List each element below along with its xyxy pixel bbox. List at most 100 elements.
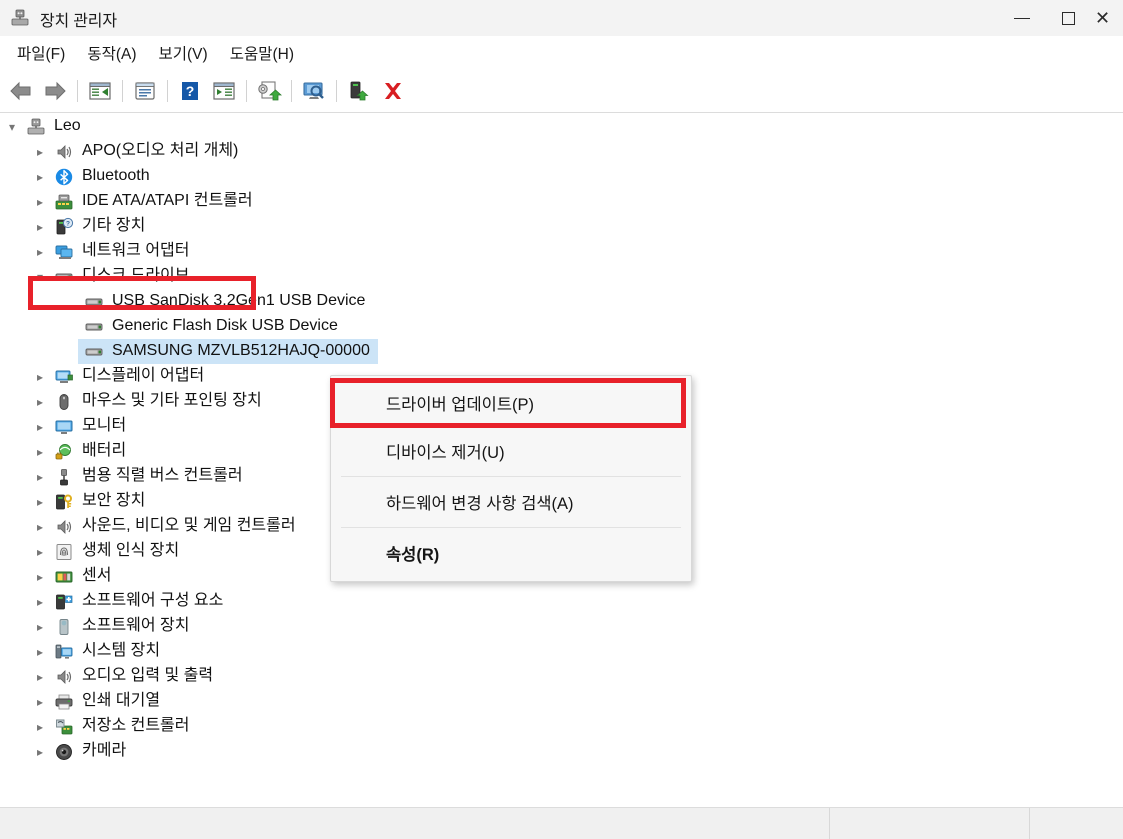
tree-item-label: 카메라 [82,742,127,759]
tree-item-label: 보안 장치 [82,492,146,509]
chevron-right-icon[interactable]: ▸ [32,219,48,235]
tree-item-storage-controllers[interactable]: ▸ 저장소 컨트롤러 [0,714,1123,739]
status-segment-middle [830,808,1030,839]
ctx-scan-hardware-changes[interactable]: 하드웨어 변경 사항 검색(A) [331,478,691,526]
tree-item-software-devices[interactable]: ▸ 소프트웨어 장치 [0,614,1123,639]
menu-view[interactable]: 보기(V) [148,39,219,67]
ide-controller-icon [54,192,74,212]
toolbar-separator [246,79,247,102]
chevron-right-icon[interactable]: ▸ [32,719,48,735]
tree-item-cameras[interactable]: ▸ 카메라 [0,739,1123,764]
context-menu-separator [341,527,681,528]
menu-help[interactable]: 도움말(H) [219,39,305,67]
security-device-icon [54,492,74,512]
toolbar-separator [122,79,123,102]
chevron-down-icon[interactable]: ▾ [4,119,20,135]
speaker-icon [54,667,74,687]
menu-action[interactable]: 동작(A) [76,39,147,67]
battery-icon [54,442,74,462]
chevron-right-icon[interactable]: ▸ [32,619,48,635]
speaker-icon [54,517,74,537]
chevron-right-icon[interactable]: ▸ [32,469,48,485]
tree-item-apo[interactable]: ▸ APO(오디오 처리 개체) [0,139,1123,164]
tree-item-label: Generic Flash Disk USB Device [112,317,338,334]
chevron-right-icon[interactable]: ▸ [32,444,48,460]
chevron-right-icon[interactable]: ▸ [32,369,48,385]
software-component-icon [54,592,74,612]
uninstall-device-icon[interactable] [376,74,410,108]
chevron-right-icon[interactable]: ▸ [32,519,48,535]
ctx-properties[interactable]: 속성(R) [331,529,691,577]
tree-item-label: 저장소 컨트롤러 [82,717,190,734]
storage-controller-icon [54,717,74,737]
ctx-update-driver[interactable]: 드라이버 업데이트(P) [331,379,691,427]
chevron-right-icon[interactable]: ▸ [32,569,48,585]
show-hide-action-pane-icon[interactable] [207,74,241,108]
show-hide-console-tree-icon[interactable] [83,74,117,108]
minimize-button[interactable] [999,0,1045,36]
tree-item-network-adapters[interactable]: ▸ 네트워크 어댑터 [0,239,1123,264]
chevron-right-icon[interactable]: ▸ [32,494,48,510]
sensor-icon [54,567,74,587]
toolbar-separator [77,79,78,102]
chevron-right-icon[interactable]: ▸ [32,144,48,160]
camera-icon [54,742,74,762]
tree-item-label: 범용 직렬 버스 컨트롤러 [82,467,243,484]
tree-item-software-components[interactable]: ▸ 소프트웨어 구성 요소 [0,589,1123,614]
context-menu[interactable]: 드라이버 업데이트(P) 디바이스 제거(U) 하드웨어 변경 사항 검색(A)… [330,375,692,582]
usb-controller-icon [54,467,74,487]
chevron-right-icon[interactable]: ▸ [32,169,48,185]
ctx-uninstall-device[interactable]: 디바이스 제거(U) [331,427,691,475]
close-button[interactable]: ✕ [1091,0,1123,36]
toolbar: ? [0,69,1123,113]
chevron-right-icon[interactable]: ▸ [32,394,48,410]
tree-item-system-devices[interactable]: ▸ 시스템 장치 [0,639,1123,664]
chevron-right-icon[interactable]: ▸ [32,694,48,710]
tree-item-label: Leo [54,117,81,134]
monitor-icon [54,417,74,437]
tree-item-audio-inputs-outputs[interactable]: ▸ 오디오 입력 및 출력 [0,664,1123,689]
tree-item-label: 센서 [82,567,112,584]
forward-arrow-icon[interactable] [38,74,72,108]
tree-item-print-queues[interactable]: ▸ 인쇄 대기열 [0,689,1123,714]
update-driver-icon[interactable] [252,74,286,108]
window-title: 장치 관리자 [40,13,117,30]
tree-item-bluetooth[interactable]: ▸ Bluetooth [0,164,1123,189]
fingerprint-icon [54,542,74,562]
chevron-right-icon[interactable]: ▸ [32,544,48,560]
disk-drive-icon [84,292,104,312]
tree-item-other-devices[interactable]: ▸ ? 기타 장치 [0,214,1123,239]
enable-device-icon[interactable] [342,74,376,108]
chevron-right-icon[interactable]: ▸ [32,644,48,660]
computer-icon [26,117,46,137]
tree-item-label: 소프트웨어 구성 요소 [82,592,224,609]
chevron-right-icon[interactable]: ▸ [32,594,48,610]
chevron-right-icon[interactable]: ▸ [32,194,48,210]
tree-item-label: SAMSUNG MZVLB512HAJQ-00000 [112,342,370,360]
device-manager-icon [10,8,30,28]
software-device-icon [54,617,74,637]
toolbar-separator [336,79,337,102]
context-menu-separator [341,476,681,477]
other-device-icon: ? [54,217,74,237]
chevron-right-icon[interactable]: ▸ [32,244,48,260]
scan-hardware-changes-icon[interactable] [297,74,331,108]
chevron-right-icon[interactable]: ▸ [32,744,48,760]
chevron-down-icon[interactable]: ▾ [32,269,48,285]
maximize-button[interactable] [1045,0,1091,36]
properties-icon[interactable] [128,74,162,108]
status-segment-main [0,808,830,839]
chevron-right-icon[interactable]: ▸ [32,419,48,435]
tree-item-ide-controller[interactable]: ▸ IDE ATA/ATAPI 컨트롤러 [0,189,1123,214]
chevron-right-icon[interactable]: ▸ [32,669,48,685]
tree-item-disk-drives[interactable]: ▾ 디스크 드라이브 [0,264,1123,289]
tree-item-root[interactable]: ▾ Leo [0,114,1123,139]
menu-file[interactable]: 파일(F) [6,39,76,67]
help-icon[interactable]: ? [173,74,207,108]
back-arrow-icon[interactable] [4,74,38,108]
disk-drive-icon [54,267,74,287]
menu-bar: 파일(F) 동작(A) 보기(V) 도움말(H) [0,36,1123,69]
tree-item-sandisk-usb[interactable]: USB SanDisk 3.2Gen1 USB Device [0,289,1123,314]
tree-item-generic-flash-disk[interactable]: Generic Flash Disk USB Device [0,314,1123,339]
tree-item-samsung-ssd[interactable]: SAMSUNG MZVLB512HAJQ-00000 [0,339,1123,364]
